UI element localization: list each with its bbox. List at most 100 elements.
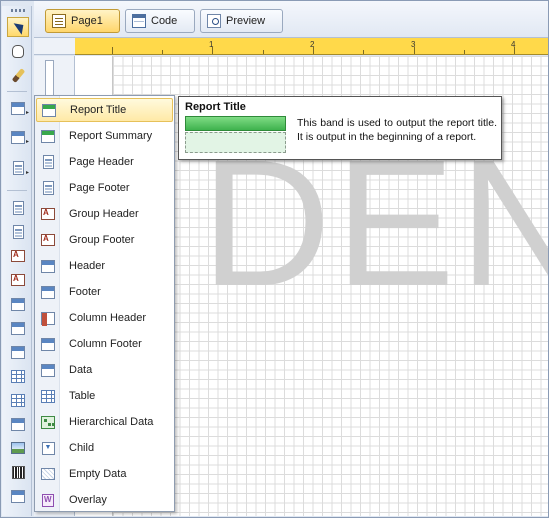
- header-band-icon: [41, 259, 55, 273]
- insert-band-menu: Report Title Report Summary Page Header …: [34, 95, 175, 512]
- insert-band-button[interactable]: ▸: [7, 98, 29, 118]
- menu-item-empty-data[interactable]: Empty Data: [36, 462, 173, 486]
- menu-item-header[interactable]: Header: [36, 254, 173, 278]
- panel-icon: [11, 297, 25, 311]
- menu-item-label: Report Summary: [69, 130, 153, 142]
- rich-text-icon: [12, 225, 24, 239]
- select-tool-button[interactable]: [7, 17, 29, 37]
- page-footer-band-icon: [42, 181, 54, 195]
- page-icon: [52, 14, 66, 28]
- preview-icon: [207, 14, 221, 28]
- menu-item-child[interactable]: Child: [36, 436, 173, 460]
- insert-component-button[interactable]: ▸: [7, 158, 29, 178]
- shape-tool-button[interactable]: [7, 486, 29, 506]
- chart-icon: [11, 417, 25, 431]
- menu-item-label: Table: [69, 390, 96, 402]
- abc-icon: [11, 274, 25, 286]
- container-tool-button[interactable]: [7, 318, 29, 338]
- menu-item-report-title[interactable]: Report Title: [36, 98, 173, 122]
- abc-tool-button[interactable]: [7, 246, 29, 266]
- ruler-corner: [34, 38, 75, 55]
- code-icon: [132, 14, 146, 28]
- abc-tool-button-2[interactable]: [7, 270, 29, 290]
- menu-item-group-footer[interactable]: Group Footer: [36, 228, 173, 252]
- image-tool-button[interactable]: [7, 438, 29, 458]
- tab-code[interactable]: Code: [125, 9, 195, 33]
- menu-item-group-header[interactable]: Group Header: [36, 202, 173, 226]
- tooltip-band-preview: [185, 116, 286, 131]
- rich-text-tool-button[interactable]: [7, 222, 29, 242]
- column-footer-band-icon: [41, 337, 55, 351]
- menu-item-hierarchical-data[interactable]: Hierarchical Data: [36, 410, 173, 434]
- text-tool-button[interactable]: [7, 198, 29, 218]
- page-tab-bar: Page1 Code Preview: [34, 1, 548, 38]
- group-footer-band-icon: [41, 234, 55, 246]
- footer-band-icon: [41, 285, 55, 299]
- menu-item-data[interactable]: Data: [36, 358, 173, 382]
- tab-label: Page1: [71, 15, 103, 27]
- tooltip-title: Report Title: [185, 101, 246, 113]
- report-title-band-icon: [42, 103, 56, 117]
- menu-item-table[interactable]: Table: [36, 384, 173, 408]
- menu-item-label: Data: [69, 364, 93, 376]
- menu-item-label: Group Footer: [69, 234, 135, 246]
- shape-icon: [11, 489, 25, 503]
- menu-item-label: Overlay: [69, 494, 107, 506]
- menu-item-label: Footer: [69, 286, 101, 298]
- menu-item-label: Report Title: [70, 104, 127, 116]
- column-header-band-icon: [41, 311, 55, 326]
- hand-tool-button[interactable]: [7, 41, 29, 61]
- menu-item-label: Hierarchical Data: [69, 416, 154, 428]
- picture-icon: [11, 442, 25, 454]
- menu-item-page-header[interactable]: Page Header: [36, 150, 173, 174]
- menu-item-report-summary[interactable]: Report Summary: [36, 124, 173, 148]
- child-band-icon: [41, 441, 55, 455]
- ruler-tick: [514, 47, 515, 54]
- hierarchical-data-band-icon: [41, 415, 55, 429]
- barcode-icon: [11, 465, 25, 479]
- menu-item-page-footer[interactable]: Page Footer: [36, 176, 173, 200]
- clone-tool-button[interactable]: [7, 342, 29, 362]
- overlay-band-icon: [42, 493, 54, 507]
- menu-item-label: Page Footer: [69, 182, 130, 194]
- left-toolbar: ▸ ▸ ▸: [2, 6, 32, 516]
- tooltip-band-body-preview: [185, 132, 286, 153]
- brush-icon: [11, 67, 25, 83]
- abc-icon: [11, 250, 25, 262]
- toolbar-grip[interactable]: [11, 9, 25, 12]
- ruler-tick: [363, 50, 364, 54]
- page-header-band-icon: [42, 155, 54, 169]
- watermark-text: DEN: [201, 123, 548, 324]
- table-band-icon: [41, 389, 55, 403]
- menu-item-column-header[interactable]: Column Header: [36, 306, 173, 330]
- chart-tool-button[interactable]: [7, 414, 29, 434]
- menu-item-footer[interactable]: Footer: [36, 280, 173, 304]
- ruler-tick: [313, 47, 314, 54]
- vertical-ruler-marker[interactable]: [45, 60, 54, 96]
- menu-item-label: Header: [69, 260, 106, 272]
- component-icon: [12, 161, 24, 175]
- barcode-tool-button[interactable]: [7, 462, 29, 482]
- bands-icon: [11, 130, 25, 144]
- menu-item-overlay[interactable]: Overlay: [36, 488, 173, 512]
- table-icon: [11, 369, 25, 383]
- band-tooltip: Report Title This band is used to output…: [178, 96, 502, 160]
- ruler-tick: [112, 47, 113, 54]
- table-tool-button[interactable]: [7, 366, 29, 386]
- hand-icon: [12, 44, 24, 58]
- ruler-tick: [464, 50, 465, 54]
- tab-preview[interactable]: Preview: [200, 9, 283, 33]
- toolbar-separator: [7, 190, 27, 191]
- horizontal-ruler: 1 2 3 4: [75, 38, 548, 55]
- menu-item-label: Column Footer: [69, 338, 142, 350]
- ruler-tick: [263, 50, 264, 54]
- menu-item-column-footer[interactable]: Column Footer: [36, 332, 173, 356]
- text-icon: [12, 201, 24, 215]
- cross-tab-tool-button[interactable]: [7, 390, 29, 410]
- insert-bands-button[interactable]: ▸: [7, 127, 29, 147]
- format-painter-button[interactable]: [7, 65, 29, 85]
- ruler-tick: [414, 47, 415, 54]
- panel-tool-button[interactable]: [7, 294, 29, 314]
- menu-item-label: Page Header: [69, 156, 134, 168]
- tab-page1[interactable]: Page1: [45, 9, 120, 33]
